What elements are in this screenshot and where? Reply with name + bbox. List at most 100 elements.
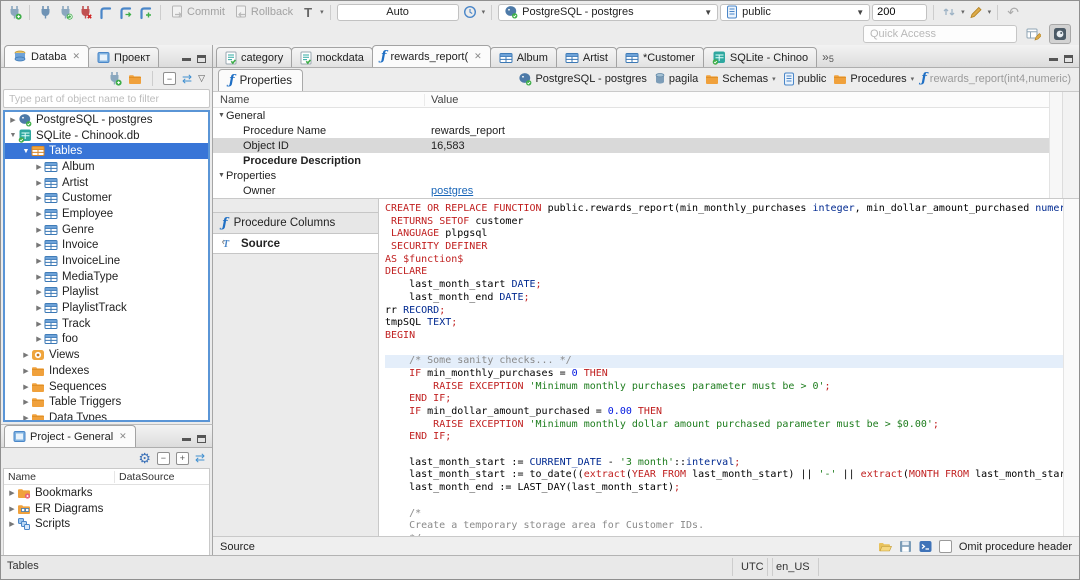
chevron-collapsed-icon[interactable]: ▶ [21, 414, 31, 420]
tree-item-sequences[interactable]: ▶ Sequences [5, 379, 208, 395]
page-scrollbar[interactable] [1062, 92, 1079, 198]
close-icon[interactable]: ✕ [474, 51, 482, 62]
project-item-bookmarks[interactable]: ▶ Bookmarks [4, 485, 209, 501]
commit-button[interactable]: Commit [167, 4, 229, 20]
chevron-collapsed-icon[interactable]: ▶ [7, 489, 17, 497]
transaction-log-button[interactable]: T [299, 3, 317, 21]
chevron-collapsed-icon[interactable]: ▶ [34, 273, 44, 281]
chevron-collapsed-icon[interactable]: ▶ [34, 257, 44, 265]
tree-item-playlist[interactable]: ▶ Playlist [5, 285, 208, 301]
rollback-button[interactable]: Rollback [231, 4, 297, 20]
sql-editor-button[interactable] [96, 3, 114, 21]
minimize-icon[interactable] [182, 57, 191, 61]
chevron-down-icon[interactable]: ▾ [482, 8, 486, 16]
omit-procedure-header-checkbox[interactable] [938, 540, 952, 553]
breadcrumb-item-procedures[interactable]: Procedures ▾ [833, 73, 914, 85]
close-icon[interactable]: ✕ [72, 51, 80, 62]
sync-button[interactable] [940, 3, 958, 21]
chevron-collapsed-icon[interactable]: ▶ [34, 241, 44, 249]
property-row-object-id[interactable]: Object ID 16,583 [213, 138, 1079, 153]
tree-item-artist[interactable]: ▶ Artist [5, 175, 208, 191]
link-with-editor-icon[interactable]: ⇄ [182, 73, 192, 85]
editor-tab-mockdata[interactable]: mockdata [291, 47, 373, 67]
grid-scrollbar[interactable] [1049, 92, 1063, 198]
close-icon[interactable]: ✕ [119, 431, 127, 442]
tree-item-foo[interactable]: ▶ foo [5, 332, 208, 348]
property-row-properties[interactable]: ▼ Properties [213, 168, 1079, 183]
column-name[interactable]: Name [4, 470, 115, 483]
subtab-source[interactable]: T Source [213, 233, 378, 254]
tree-item-genre[interactable]: ▶ Genre [5, 222, 208, 238]
breadcrumb-item-public[interactable]: public [783, 72, 826, 86]
chevron-collapsed-icon[interactable]: ▶ [34, 210, 44, 218]
property-row-general[interactable]: ▼ General [213, 108, 1079, 123]
sql-editor-new-button[interactable] [136, 3, 154, 21]
tab-properties[interactable]: ƒ Properties [218, 69, 304, 91]
chevron-collapsed-icon[interactable]: ▶ [34, 179, 44, 187]
tree-item-playlisttrack[interactable]: ▶ PlaylistTrack [5, 300, 208, 316]
auto-commit-select[interactable]: Auto▼ [336, 3, 459, 21]
project-item-scripts[interactable]: ▶ Scripts [4, 516, 209, 532]
chevron-collapsed-icon[interactable]: ▶ [21, 351, 31, 359]
breadcrumb-item-schemas[interactable]: Schemas ▾ [705, 73, 776, 85]
open-in-sql-console-icon[interactable] [919, 540, 932, 553]
chevron-collapsed-icon[interactable]: ▶ [34, 194, 44, 202]
history-button[interactable] [461, 3, 479, 21]
editor-tab--customer[interactable]: *Customer [615, 47, 704, 67]
tree-item-indexes[interactable]: ▶ Indexes [5, 363, 208, 379]
editor-tab-artist[interactable]: Artist [555, 47, 617, 67]
maximize-icon[interactable] [1064, 55, 1073, 63]
load-from-file-icon[interactable] [878, 541, 892, 553]
editor-tab-album[interactable]: Album [489, 47, 557, 67]
tree-item-tables[interactable]: ▼ Tables [5, 143, 208, 160]
tree-item-customer[interactable]: ▶ Customer [5, 190, 208, 206]
new-connection-button[interactable] [5, 3, 23, 21]
link-editor-icon[interactable]: ⇄ [195, 452, 205, 464]
source-code-editor[interactable]: CREATE OR REPLACE FUNCTION public.reward… [379, 199, 1079, 536]
tree-item-invoiceline[interactable]: ▶ InvoiceLine [5, 253, 208, 269]
column-datasource[interactable]: DataSource [115, 471, 174, 483]
quick-access-input[interactable] [863, 25, 1017, 43]
chevron-collapsed-icon[interactable]: ▶ [34, 288, 44, 296]
format-button[interactable] [967, 3, 985, 21]
chevron-collapsed-icon[interactable]: ▶ [34, 304, 44, 312]
subtab-procedure-columns[interactable]: ƒ Procedure Columns [213, 212, 378, 233]
chevron-collapsed-icon[interactable]: ▶ [21, 367, 31, 375]
fetch-size-input[interactable] [872, 3, 928, 21]
sql-editor-open-button[interactable] [116, 3, 134, 21]
property-row-owner[interactable]: Owner postgres [213, 183, 1079, 198]
reconnect-button[interactable] [56, 3, 74, 21]
breadcrumb-item-rewards-report-int4-numeric-[interactable]: ƒ rewards_report(int4,numeric) [921, 72, 1071, 85]
schema-select[interactable]: public ▼ [720, 3, 871, 21]
breadcrumb-item-pagila[interactable]: pagila [654, 72, 698, 85]
owner-link[interactable]: postgres [431, 185, 473, 197]
property-row-procedure-name[interactable]: Procedure Name rewards_report [213, 123, 1079, 138]
connect-button[interactable] [36, 3, 54, 21]
minimize-icon[interactable] [1049, 57, 1058, 61]
chevron-down-icon[interactable]: ▾ [988, 8, 992, 16]
chevron-down-icon[interactable]: ▾ [772, 75, 776, 83]
connection-select[interactable]: PostgreSQL - postgres ▼ [498, 3, 719, 21]
tree-item-invoice[interactable]: ▶ Invoice [5, 238, 208, 254]
chevron-collapsed-icon[interactable]: ▶ [7, 520, 17, 528]
chevron-collapsed-icon[interactable]: ▶ [21, 398, 31, 406]
tab-project-general[interactable]: Project - General ✕ [4, 425, 136, 447]
tree-item-sqlite-chinook-db[interactable]: ▼ SQLite - Chinook.db [5, 128, 208, 144]
chevron-collapsed-icon[interactable]: ▶ [34, 226, 44, 234]
chevron-collapsed-icon[interactable]: ▶ [34, 320, 44, 328]
tree-item-track[interactable]: ▶ Track [5, 316, 208, 332]
tab-projects[interactable]: Проект [88, 47, 160, 67]
collapse-all-icon[interactable]: − [163, 72, 177, 85]
chevron-down-icon[interactable]: ▾ [320, 8, 324, 16]
editor-tab-sqlite-chinoo[interactable]: SQLite - Chinoo [702, 47, 818, 67]
gear-icon[interactable]: ⚙ [138, 451, 151, 465]
chevron-collapsed-icon[interactable]: ▶ [7, 505, 17, 513]
collapse-all-icon[interactable]: − [156, 451, 170, 465]
tree-item-album[interactable]: ▶ Album [5, 159, 208, 175]
chevron-collapsed-icon[interactable]: ▶ [34, 163, 44, 171]
chevron-collapsed-icon[interactable]: ▶ [8, 116, 18, 124]
tree-item-employee[interactable]: ▶ Employee [5, 206, 208, 222]
editor-tab-rewards-report-[interactable]: ƒ rewards_report(✕ [371, 45, 491, 67]
chevron-expanded-icon[interactable]: ▼ [8, 132, 18, 139]
expand-all-icon[interactable]: + [175, 451, 189, 465]
